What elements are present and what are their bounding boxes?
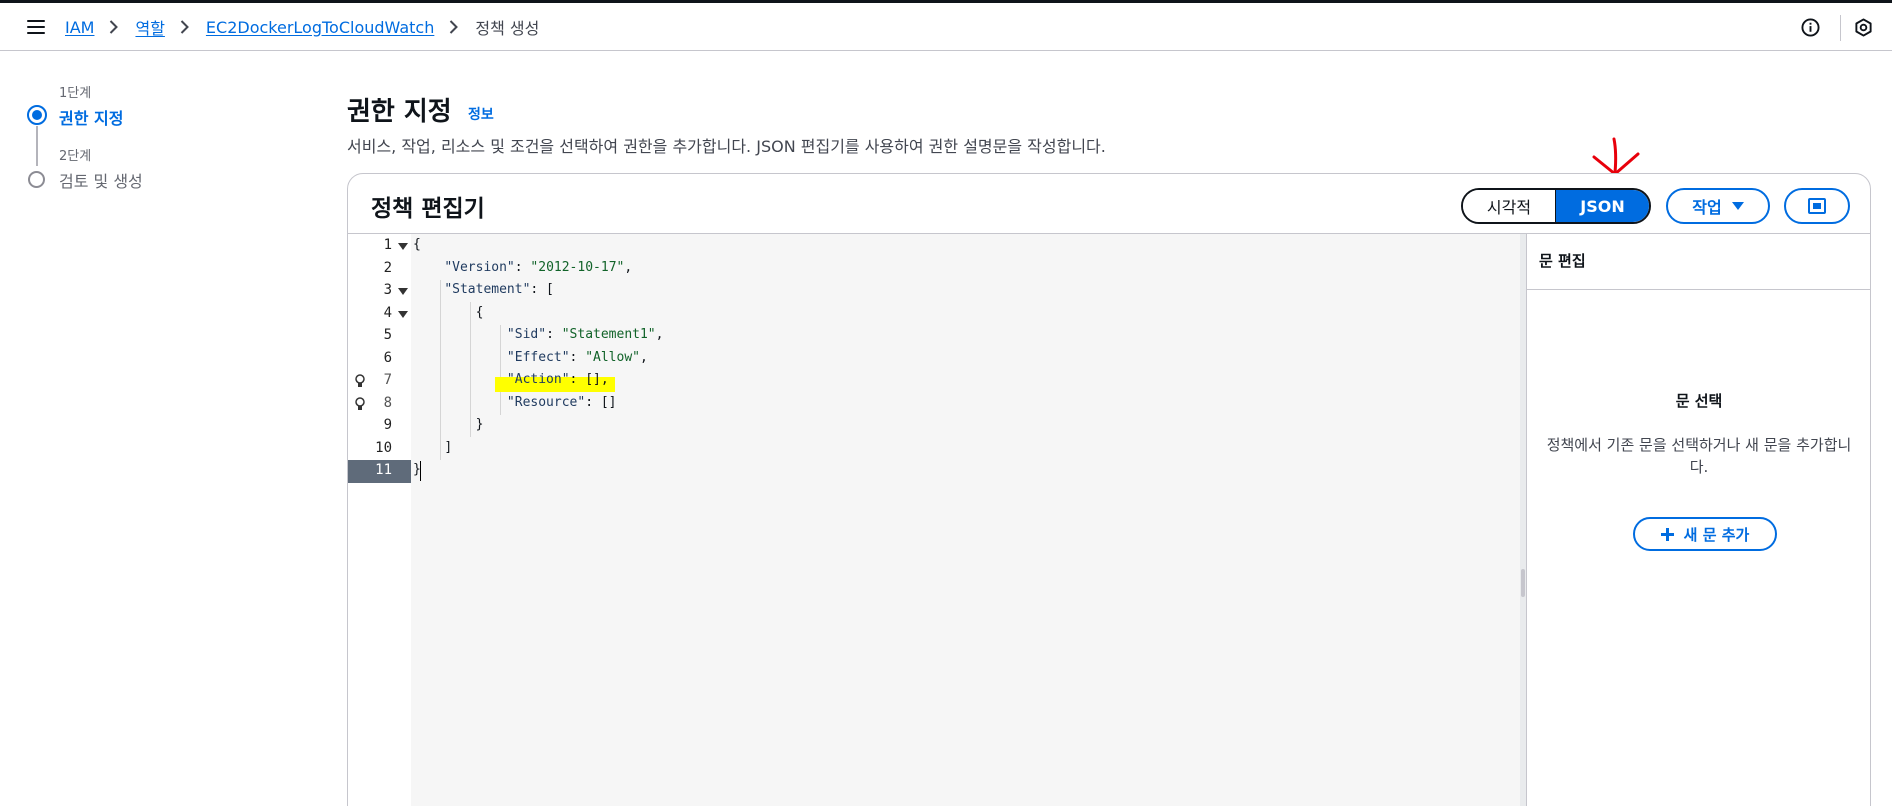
line-number: 11 xyxy=(375,462,392,478)
mode-visual-button[interactable]: 시각적 xyxy=(1463,190,1557,222)
add-statement-button[interactable]: 새 문 추가 xyxy=(1633,517,1777,551)
breadcrumb-iam[interactable]: IAM xyxy=(65,18,94,37)
chevron-right-icon xyxy=(110,20,119,34)
fullscreen-icon xyxy=(1808,198,1826,214)
step-1-label[interactable]: 권한 지정 xyxy=(59,105,123,129)
line-number: 3 xyxy=(383,282,392,298)
breadcrumb-current: 정책 생성 xyxy=(475,19,540,38)
line-number-gutter: 1 2 3 4 5 6 7 8 9 10 11 xyxy=(348,234,411,806)
editor-title: 정책 편집기 xyxy=(371,196,485,222)
line-number: 5 xyxy=(383,327,392,343)
code-line-1: { xyxy=(413,237,421,252)
code-line-6: "Effect": "Allow", xyxy=(506,349,648,365)
step-2-label: 검토 및 생성 xyxy=(59,172,143,191)
actions-label: 작업 xyxy=(1692,198,1722,217)
lightbulb-icon[interactable] xyxy=(354,396,366,412)
resize-grip[interactable] xyxy=(1521,569,1525,597)
add-statement-label: 새 문 추가 xyxy=(1683,525,1750,544)
chevron-right-icon xyxy=(450,20,459,34)
breadcrumb-role-name[interactable]: EC2DockerLogToCloudWatch xyxy=(206,18,434,37)
fold-arrow-icon[interactable] xyxy=(398,243,408,250)
gutter-row: 11 xyxy=(348,460,411,483)
top-navigation: IAM 역할 EC2DockerLogToCloudWatch 정책 생성 xyxy=(0,3,1892,51)
line-number: 7 xyxy=(383,372,392,388)
step-2-number: 2단계 xyxy=(59,149,92,164)
info-link[interactable]: 정보 xyxy=(468,104,494,124)
code-line-4: { xyxy=(475,304,484,320)
gutter-row: 3 xyxy=(348,280,411,303)
fold-arrow-icon[interactable] xyxy=(398,288,408,295)
code-line-5: "Sid": "Statement1", xyxy=(506,327,664,342)
code-line-8: "Resource": [] xyxy=(506,394,617,410)
gutter-row: 4 xyxy=(348,303,411,326)
fold-arrow-icon[interactable] xyxy=(398,310,408,318)
code-line-2: "Version": "2012-10-17", xyxy=(444,259,633,275)
line-number: 2 xyxy=(383,259,392,276)
statement-panel: 문 편집 문 선택 정책에서 기존 문을 선택하거나 새 문을 추가합니다. 새… xyxy=(1526,234,1871,806)
gutter-row: 6 xyxy=(348,348,411,371)
code-line-3: "Statement": [ xyxy=(444,282,554,297)
code-line-9: } xyxy=(475,417,484,432)
fullscreen-button[interactable] xyxy=(1784,188,1850,224)
line-number: 6 xyxy=(383,349,392,366)
gutter-row: 1 xyxy=(348,235,411,258)
chevron-right-icon xyxy=(180,20,189,34)
actions-dropdown-button[interactable]: 작업 xyxy=(1666,188,1770,224)
code-line-10: ] xyxy=(444,439,453,455)
page-title: 권한 지정 xyxy=(347,97,452,127)
text-cursor xyxy=(420,461,421,481)
gutter-row: 10 xyxy=(348,438,411,461)
line-number: 4 xyxy=(383,304,392,321)
line-number: 1 xyxy=(383,237,392,253)
line-number: 9 xyxy=(383,417,392,433)
gutter-row: 5 xyxy=(348,325,411,348)
panel-divider xyxy=(1527,289,1871,290)
mode-json-button[interactable]: JSON xyxy=(1556,190,1649,222)
empty-state-description: 정책에서 기존 문을 선택하거나 새 문을 추가합니다. xyxy=(1546,436,1852,476)
gutter-row: 2 xyxy=(348,258,411,281)
info-icon[interactable] xyxy=(1801,18,1820,37)
gutter-row: 9 xyxy=(348,415,411,438)
menu-icon[interactable] xyxy=(27,20,45,34)
breadcrumb: IAM 역할 EC2DockerLogToCloudWatch 정책 생성 xyxy=(65,15,540,39)
step-1-number: 1단계 xyxy=(59,86,92,101)
plus-icon xyxy=(1660,527,1674,541)
step-1-indicator xyxy=(27,105,47,125)
code-line-7: "Action": [], xyxy=(506,372,609,387)
gutter-row: 8 xyxy=(348,393,411,416)
gutter-row: 7 xyxy=(348,370,411,393)
step-connector xyxy=(36,126,38,166)
lightbulb-icon[interactable] xyxy=(354,374,366,389)
panel-title: 문 편집 xyxy=(1539,252,1586,270)
line-number: 8 xyxy=(383,394,392,411)
header-divider xyxy=(1840,15,1841,41)
step-2-indicator xyxy=(28,171,45,188)
breadcrumb-roles[interactable]: 역할 xyxy=(135,15,164,39)
json-code-editor[interactable]: { "Version": "2012-10-17", "Statement": … xyxy=(411,234,1520,806)
line-number: 10 xyxy=(375,439,392,456)
empty-state-title: 문 선택 xyxy=(1675,392,1723,410)
page-description: 서비스, 작업, 리소스 및 조건을 선택하여 권한을 추가합니다. JSON … xyxy=(347,137,1106,156)
caret-down-icon xyxy=(1731,202,1744,210)
policy-editor: 정책 편집기 시각적 JSON 작업 1 2 3 4 5 6 7 8 9 10 … xyxy=(347,173,1871,806)
active-line-marker: 11 xyxy=(348,460,411,483)
tools-icon[interactable] xyxy=(1854,18,1873,37)
editor-mode-toggle: 시각적 JSON xyxy=(1461,188,1651,224)
